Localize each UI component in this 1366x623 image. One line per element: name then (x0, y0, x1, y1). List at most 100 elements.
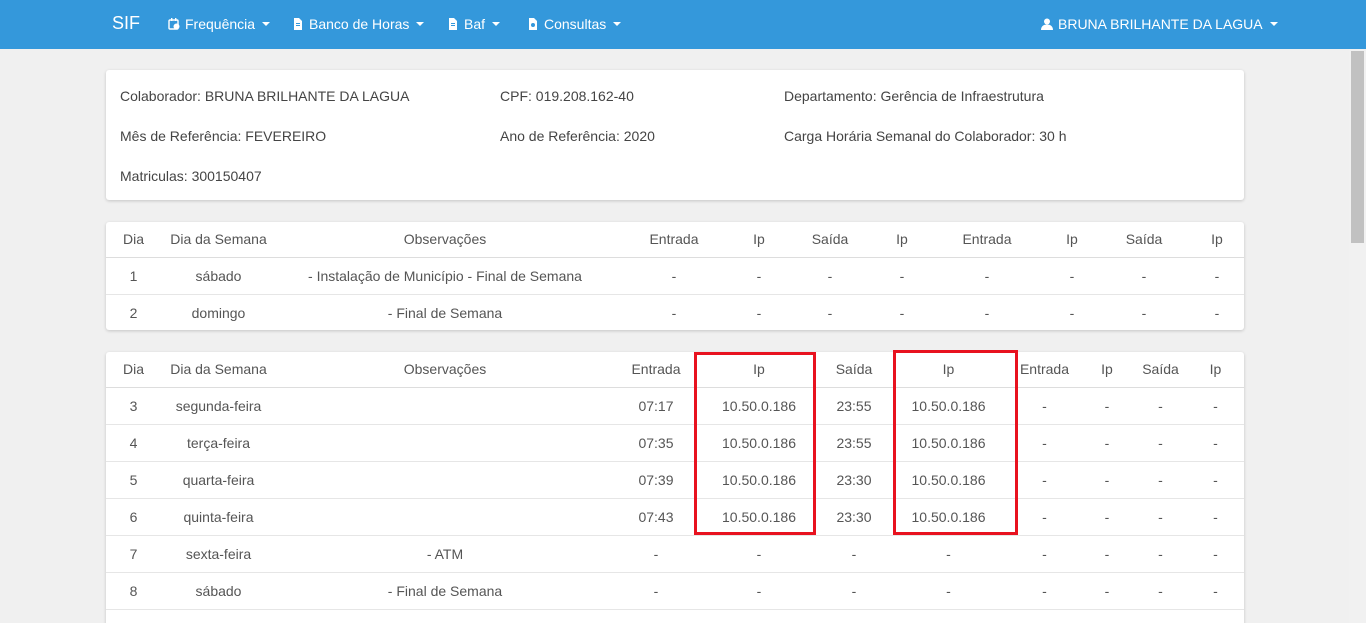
carga-horaria-text: Carga Horária Semanal do Colaborador: 30… (784, 128, 1067, 144)
table-cell: - (1080, 608, 1134, 623)
table-cell: - (1214, 267, 1220, 284)
table-cell: 10.50.0.186 (722, 397, 796, 414)
table-cell: - (614, 293, 734, 331)
chevron-down-icon (262, 22, 271, 26)
table-row: 5 quarta-feira 07:39 10.50.0.186 23:30 10.50.… (106, 460, 1244, 498)
chevron-down-icon (613, 22, 622, 26)
table-cell: 23:55 (836, 397, 872, 414)
table-cell: sexta-feira (161, 534, 276, 572)
table-cell: - (1080, 534, 1134, 572)
search-document-icon (529, 18, 537, 30)
table-cell: 10.50.0.186 (698, 460, 820, 498)
table-cell: 1 (129, 267, 138, 284)
table-cell (276, 423, 614, 461)
table-cell: 3 (129, 397, 138, 414)
table-cell: quarta-feira (161, 460, 276, 498)
table-row: 1 sábado - Instalação de Município - Final… (106, 257, 1244, 294)
top-navbar: SIF Frequência Banco de Horas Baf Consul… (0, 0, 1366, 49)
table-cell: - (1009, 571, 1080, 609)
table-cell: - (827, 267, 833, 284)
table-cell: - (1158, 397, 1163, 414)
column-header: Saída (784, 222, 876, 258)
table-cell: quinta-feira (161, 497, 276, 535)
user-menu[interactable]: BRUNA BRILHANTE DA LAGUA (1041, 16, 1278, 32)
table-cell: - (1134, 608, 1187, 623)
menu-frequencia-label: Frequência (185, 16, 256, 32)
column-header: Ip (1187, 352, 1244, 388)
attendance-table: Dia Dia da Semana Observações Entrada Ip Saíd… (106, 222, 1244, 331)
ano-referencia-text: Ano de Referência: 2020 (500, 128, 655, 144)
column-header: Entrada (614, 222, 734, 258)
employee-info-panel: Colaborador: BRUNA BRILHANTE DA LAGUA CP… (106, 70, 1244, 200)
table-cell: - (784, 293, 876, 331)
table-cell: - (614, 571, 698, 609)
table-cell: - (614, 608, 698, 623)
column-header: Ip (1190, 222, 1244, 258)
column-header: Ip (698, 352, 820, 388)
table-cell: 10.50.0.186 (888, 497, 1009, 535)
table-cell: - (1080, 497, 1134, 535)
menu-baf-label: Baf (464, 16, 486, 32)
column-header: Entrada (1009, 352, 1080, 388)
table-cell: 8 (106, 571, 161, 609)
table-cell: - (820, 571, 888, 609)
table-cell: - (888, 571, 1009, 609)
table-row: 8 sábado - Final de Semana - - - - - - - - (106, 571, 1244, 609)
mes-referencia-text: Mês de Referência: FEVEREIRO (120, 128, 327, 144)
table-cell: 4 (106, 423, 161, 461)
menu-frequencia[interactable]: Frequência (168, 16, 271, 32)
table-cell: - (1080, 571, 1134, 609)
matriculas-text: Matriculas: 300150407 (120, 168, 262, 184)
attendance-table-week-1: Dia Dia da Semana Observações Entrada Ip Saíd… (106, 222, 1244, 331)
scrollbar-thumb[interactable] (1351, 51, 1364, 243)
table-cell: - (1009, 423, 1080, 461)
brand-link[interactable]: SIF (112, 13, 140, 34)
table-cell: - (1069, 267, 1075, 284)
page-scrollbar[interactable] (1349, 49, 1366, 623)
menu-banco-de-horas[interactable]: Banco de Horas (292, 16, 425, 32)
table-row: 3 segunda-feira 07:17 10.50.0.186 23:55 10.50… (106, 387, 1244, 424)
menu-banco-de-horas-label: Banco de Horas (309, 16, 410, 32)
table-cell: - Final de Semana (276, 608, 614, 623)
table-cell: 7 (106, 534, 161, 572)
table-cell: - (1080, 460, 1134, 498)
table-cell: 10.50.0.186 (911, 397, 986, 414)
column-header: Dia (106, 222, 161, 258)
table-cell: - (928, 293, 1046, 331)
table-cell: - (1141, 267, 1147, 284)
column-header: Saída (820, 352, 888, 388)
column-header: Entrada (928, 222, 1046, 258)
table-cell: 07:39 (614, 460, 698, 498)
table-cell: - (1046, 293, 1098, 331)
menu-consultas-label: Consultas (544, 16, 607, 32)
user-icon (1041, 18, 1053, 30)
table-cell: - (876, 293, 928, 331)
column-header: Ip (734, 222, 784, 258)
table-cell: - (1042, 397, 1047, 414)
table-cell (276, 460, 614, 498)
table-cell: 10.50.0.186 (888, 460, 1009, 498)
table-cell: 23:30 (820, 460, 888, 498)
table-cell: - (734, 293, 784, 331)
table-cell: domingo (161, 293, 276, 331)
table-cell: - (671, 267, 677, 284)
table-cell: - (1134, 423, 1187, 461)
table-cell: terça-feira (161, 423, 276, 461)
table-cell: - Final de Semana (276, 293, 614, 331)
column-header: Ip (888, 352, 1009, 388)
departamento-text: Departamento: Gerência de Infraestrutura (784, 88, 1044, 104)
table-cell: - (756, 267, 762, 284)
menu-consultas[interactable]: Consultas (527, 16, 622, 32)
table-cell: - (1187, 460, 1244, 498)
menu-baf[interactable]: Baf (447, 16, 501, 32)
table-cell: - (1104, 397, 1110, 414)
table-cell: segunda-feira (175, 397, 262, 414)
table-cell: 10.50.0.186 (698, 497, 820, 535)
table-cell: - (698, 534, 820, 572)
table-row: 2 domingo - Final de Semana - - - - - - - - (106, 293, 1244, 331)
column-header: Ip (1080, 352, 1134, 388)
attendance-table-week-2: Dia Dia da Semana Observações Entrada Ip Saíd… (106, 352, 1244, 623)
table-cell: sábado (195, 267, 242, 284)
table-cell: - (899, 267, 905, 284)
table-cell: - (1098, 293, 1190, 331)
